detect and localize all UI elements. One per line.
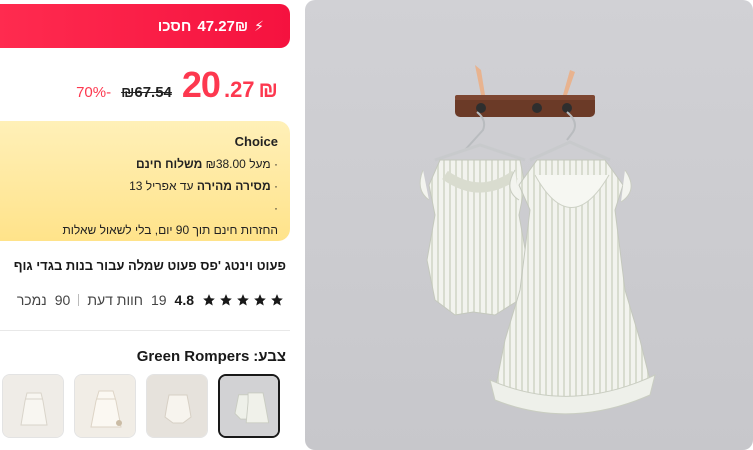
thumbnail-variant-4[interactable] <box>2 374 64 438</box>
selected-color-name: Green Rompers <box>136 348 250 365</box>
price-row: 20.27 ₪ ₪67.54 70%- <box>76 64 278 106</box>
star-rating <box>202 293 284 307</box>
deal-amount: 47.27₪ <box>197 17 249 35</box>
star-icon <box>271 294 283 306</box>
divider <box>78 294 80 306</box>
rating-row[interactable]: 4.8 19 חוות דעת 90 נמכר <box>17 292 284 308</box>
free-returns-line: החזרות חינם תוך 90 יום, בלי לשאול שאלות <box>62 223 278 237</box>
product-info-panel: ⚡ 47.27₪ חסכו 20.27 ₪ ₪67.54 70%- Choice… <box>0 0 290 450</box>
product-title: פעוט וינטג 'פס פעוט שמלה עבור בנות בגדי … <box>13 258 286 273</box>
romper-icon <box>147 375 207 437</box>
current-price: 20.27 ₪ <box>182 64 278 106</box>
deal-label: חסכו <box>157 17 192 35</box>
price-decimal: .27 <box>223 77 255 102</box>
free-shipping-line: · מעל ₪38.00 משלוח חינם <box>12 153 278 175</box>
star-icon <box>203 294 215 306</box>
dress-icon <box>3 375 63 437</box>
star-icon <box>220 294 232 306</box>
sold-count: 90 <box>54 292 71 308</box>
choice-benefits-box[interactable]: Choice · מעל ₪38.00 משלוח חינם · מסירה מ… <box>0 121 290 241</box>
discount-percent: 70%- <box>76 84 112 101</box>
reviews-count: 19 <box>150 292 167 308</box>
thumbnail-variant-2[interactable] <box>146 374 208 438</box>
color-label: צבע: <box>253 348 286 365</box>
fast-delivery-line: · מסירה מהירה עד אפריל 13 <box>12 175 278 197</box>
thumbnail-green-rompers[interactable] <box>218 374 280 438</box>
price-currency: ₪ <box>258 77 278 102</box>
free-shipping-prefix: · מעל ₪38.00 <box>202 157 278 171</box>
color-selector-label: צבע: Green Rompers <box>137 348 286 365</box>
romper-icon <box>220 376 278 436</box>
dress-icon <box>75 375 135 437</box>
star-icon <box>237 294 249 306</box>
bolt-icon: ⚡ <box>254 17 264 34</box>
original-price: ₪67.54 <box>121 84 172 101</box>
fast-delivery-bullet: · <box>270 179 278 193</box>
deal-banner: ⚡ 47.27₪ חסכו <box>0 4 290 48</box>
product-photo <box>419 65 656 415</box>
color-thumbnails <box>0 374 290 440</box>
fast-delivery-label: מסירה מהירה <box>196 179 271 193</box>
sold-label: נמכר <box>16 292 47 308</box>
main-product-image[interactable] <box>305 0 753 450</box>
free-shipping-label: משלוח חינם <box>135 157 203 171</box>
choice-title: Choice <box>234 134 278 149</box>
fast-delivery-date: עד אפריל 13 <box>129 179 197 193</box>
star-icon <box>254 294 266 306</box>
thumbnail-variant-3[interactable] <box>74 374 136 438</box>
reviews-label: חוות דעת <box>87 292 143 308</box>
section-divider <box>0 330 290 331</box>
price-integer: 20 <box>181 64 221 105</box>
bullet-line: · <box>274 201 278 215</box>
rating-score: 4.8 <box>174 292 194 308</box>
